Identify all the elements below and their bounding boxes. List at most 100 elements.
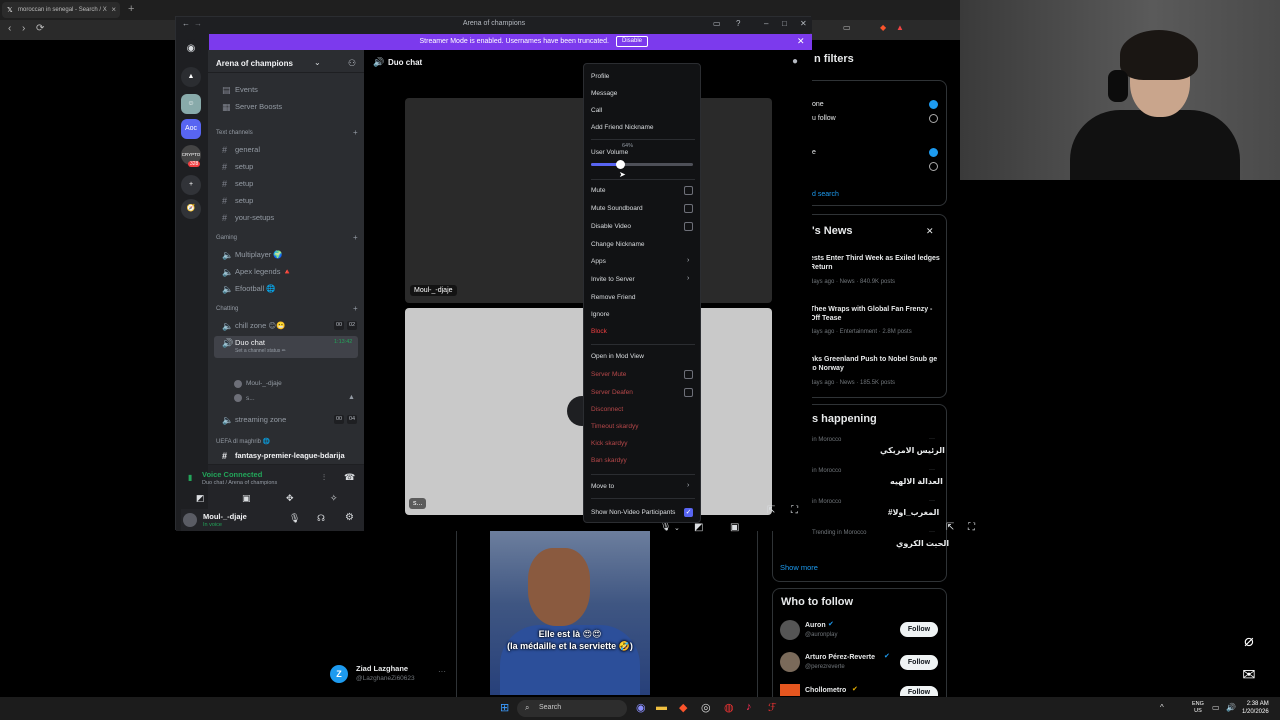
server-icon[interactable]: ☺ bbox=[181, 94, 201, 114]
menu-item-message[interactable]: Message bbox=[591, 90, 617, 97]
voice-channel-efootball[interactable]: 🔈 Efootball 🌐 bbox=[214, 282, 358, 296]
help-icon[interactable]: ? bbox=[736, 19, 740, 28]
radio-everyone[interactable] bbox=[929, 100, 938, 109]
close-icon[interactable]: ✕ bbox=[800, 19, 807, 28]
volume-slider-handle[interactable] bbox=[616, 160, 625, 169]
new-tab-button[interactable]: + bbox=[128, 3, 134, 15]
headphones-icon[interactable]: ☊ bbox=[317, 513, 325, 524]
more-icon[interactable]: ··· bbox=[929, 498, 935, 504]
channel-setup[interactable]: # setup bbox=[214, 160, 358, 174]
chat-icon[interactable]: ● bbox=[792, 56, 798, 67]
screen-icon[interactable]: ▭ bbox=[713, 19, 721, 28]
add-member-icon[interactable]: ⚇ bbox=[348, 58, 356, 69]
menu-item-change-nickname[interactable]: Change Nickname bbox=[591, 241, 644, 248]
server-icon[interactable]: ▲ bbox=[181, 67, 201, 87]
events-link[interactable]: ▤ Events bbox=[214, 83, 358, 97]
chevron-down-icon[interactable]: ⌄ bbox=[314, 58, 321, 67]
camera-off-icon[interactable]: ◩ bbox=[196, 493, 205, 504]
maximize-icon[interactable]: □ bbox=[782, 19, 787, 28]
voice-user-name[interactable]: Moul-_-djaje bbox=[246, 380, 282, 387]
app-icon[interactable]: ◎ bbox=[701, 701, 711, 714]
voice-channel-apex[interactable]: 🔈 Apex legends 🔺 bbox=[214, 265, 358, 279]
user-name[interactable]: Moul-_-djaje bbox=[203, 512, 247, 521]
wifi-icon[interactable]: ▭ bbox=[1212, 703, 1220, 712]
trend-name[interactable]: الحبت الكروي bbox=[896, 539, 949, 548]
category-label[interactable]: Text channels bbox=[216, 130, 253, 136]
post-author[interactable]: Z Ziad Lazghane @LazghaneZi60623 ··· bbox=[330, 663, 455, 688]
add-channel-icon[interactable]: + bbox=[353, 233, 358, 242]
guild-name[interactable]: Arena of champions bbox=[216, 59, 293, 68]
channel-setup[interactable]: # setup bbox=[214, 177, 358, 191]
menu-item-move-to[interactable]: Move to bbox=[591, 483, 614, 490]
voice-connected-label[interactable]: Voice Connected bbox=[202, 470, 262, 479]
mute-soundboard-checkbox[interactable] bbox=[684, 204, 693, 213]
avatar[interactable] bbox=[780, 620, 800, 640]
app-icon[interactable]: ℱ bbox=[768, 701, 777, 714]
show-more-link[interactable]: Show more bbox=[780, 563, 818, 572]
follow-button[interactable]: Follow bbox=[900, 686, 938, 696]
voice-user-name[interactable]: s... bbox=[246, 395, 255, 402]
taskbar-search[interactable]: ⌕ Search bbox=[517, 700, 627, 717]
category-label[interactable]: UEFA dl maghrib 🌐 bbox=[216, 438, 270, 445]
more-icon[interactable]: ··· bbox=[929, 467, 935, 473]
menu-item-server-deafen[interactable]: Server Deafen bbox=[591, 389, 633, 396]
show-non-video-checkbox[interactable]: ✓ bbox=[684, 508, 693, 517]
brave-taskbar-icon[interactable]: ◆ bbox=[679, 701, 687, 714]
noise-suppression-icon[interactable]: ⫶ bbox=[323, 473, 325, 483]
avatar[interactable] bbox=[183, 513, 197, 527]
start-icon[interactable]: ⊞ bbox=[500, 701, 509, 714]
fullscreen-icon[interactable]: ⛶ bbox=[968, 522, 975, 533]
menu-item-disconnect[interactable]: Disconnect bbox=[591, 406, 623, 413]
channel-your-setups[interactable]: # your-setups bbox=[214, 211, 358, 225]
tiktok-icon[interactable]: ♪ bbox=[746, 701, 752, 713]
add-server-icon[interactable]: + bbox=[181, 175, 201, 195]
microphone-icon[interactable]: 🎙 bbox=[289, 513, 300, 524]
signal-icon[interactable]: ▮ bbox=[188, 473, 192, 482]
menu-item-add-friend-nickname[interactable]: Add Friend Nickname bbox=[591, 124, 654, 131]
menu-item-mute[interactable]: Mute bbox=[591, 187, 605, 194]
language-indicator[interactable]: ENG US bbox=[1192, 701, 1204, 715]
trend-name[interactable]: #المغرب_اولا bbox=[888, 508, 939, 517]
fullscreen-icon[interactable]: ⛶ bbox=[791, 505, 798, 516]
mail-icon[interactable]: ✉ bbox=[1235, 662, 1263, 690]
channel-status[interactable]: Set a channel status ✏ bbox=[235, 344, 286, 358]
forward-icon[interactable]: › bbox=[22, 23, 25, 34]
avatar[interactable] bbox=[234, 380, 242, 388]
menu-item-mute-soundboard[interactable]: Mute Soundboard bbox=[591, 205, 643, 212]
explore-icon[interactable]: 🧭 bbox=[181, 199, 201, 219]
avatar[interactable] bbox=[780, 652, 800, 672]
avatar[interactable] bbox=[780, 684, 800, 696]
menu-item-ignore[interactable]: Ignore bbox=[591, 311, 609, 318]
disable-video-checkbox[interactable] bbox=[684, 222, 693, 231]
brave-icon[interactable]: ◆ bbox=[880, 23, 886, 32]
more-icon[interactable]: ··· bbox=[929, 436, 935, 442]
suggestion-name[interactable]: Auron bbox=[805, 621, 826, 630]
back-icon[interactable]: ‹ bbox=[8, 23, 11, 34]
more-icon[interactable]: ··· bbox=[929, 529, 935, 535]
discord-home-icon[interactable]: ◉ bbox=[181, 39, 201, 59]
close-icon[interactable]: × bbox=[111, 5, 116, 14]
volume-icon[interactable]: 🔊 bbox=[1226, 703, 1236, 712]
gear-icon[interactable]: ⚙ bbox=[345, 512, 354, 523]
post-video[interactable]: Elle est là 😍😍 (la médaille et la servie… bbox=[490, 530, 650, 695]
disconnect-icon[interactable]: ☎ bbox=[344, 472, 355, 483]
avatar[interactable]: Z bbox=[330, 665, 348, 683]
channel-setup[interactable]: # setup bbox=[214, 194, 358, 208]
avatar[interactable] bbox=[234, 394, 242, 402]
browser-tab[interactable]: 𝕏 moroccan in senegal - Search / X × bbox=[2, 2, 120, 18]
trend-name[interactable]: العدالة الالهيه bbox=[890, 477, 943, 486]
close-icon[interactable]: ✕ bbox=[797, 36, 805, 47]
menu-item-apps[interactable]: Apps bbox=[591, 258, 606, 265]
category-label[interactable]: Gaming bbox=[216, 235, 237, 241]
radio-anywhere[interactable] bbox=[929, 148, 938, 157]
menu-item-timeout[interactable]: Timeout skardyy bbox=[591, 423, 638, 430]
voice-location[interactable]: Duo chat / Arena of champions bbox=[202, 480, 277, 486]
suggestion-name[interactable]: Arturo Pérez-Reverte bbox=[805, 653, 875, 662]
mute-checkbox[interactable] bbox=[684, 186, 693, 195]
menu-item-block[interactable]: Block bbox=[591, 328, 607, 335]
chevron-down-icon[interactable]: ⌄ bbox=[674, 524, 680, 532]
server-boosts-link[interactable]: ▦ Server Boosts bbox=[214, 100, 358, 114]
menu-item-profile[interactable]: Profile bbox=[591, 73, 609, 80]
menu-item-remove-friend[interactable]: Remove Friend bbox=[591, 294, 635, 301]
category-label[interactable]: Chatting bbox=[216, 306, 238, 312]
